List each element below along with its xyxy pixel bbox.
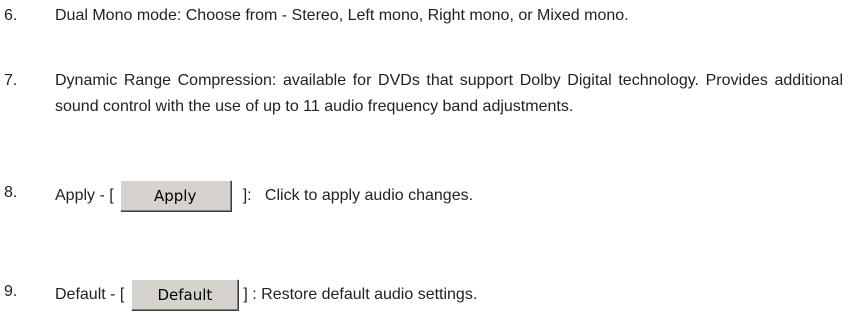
item-text: Default - [ Default ] : Restore default … [55, 279, 843, 310]
apply-button[interactable]: Apply [119, 180, 231, 211]
item-number: 9. [4, 283, 18, 300]
item-text: Apply - [ Apply ]: Click to apply audio … [55, 180, 843, 211]
default-description: ] : Restore default audio settings. [243, 285, 478, 303]
item-number: 7. [4, 72, 18, 89]
item-text: Dual Mono mode: Choose from - Stereo, Le… [55, 7, 629, 24]
apply-description: ]: Click to apply audio changes. [242, 186, 474, 204]
apply-prefix: Apply - [ [55, 186, 114, 204]
item-number: 6. [4, 7, 18, 24]
default-prefix: Default - [ [55, 285, 125, 303]
item-number: 8. [4, 184, 18, 201]
default-button[interactable]: Default [131, 279, 239, 310]
item-text: Dynamic Range Compression: available for… [55, 72, 843, 115]
